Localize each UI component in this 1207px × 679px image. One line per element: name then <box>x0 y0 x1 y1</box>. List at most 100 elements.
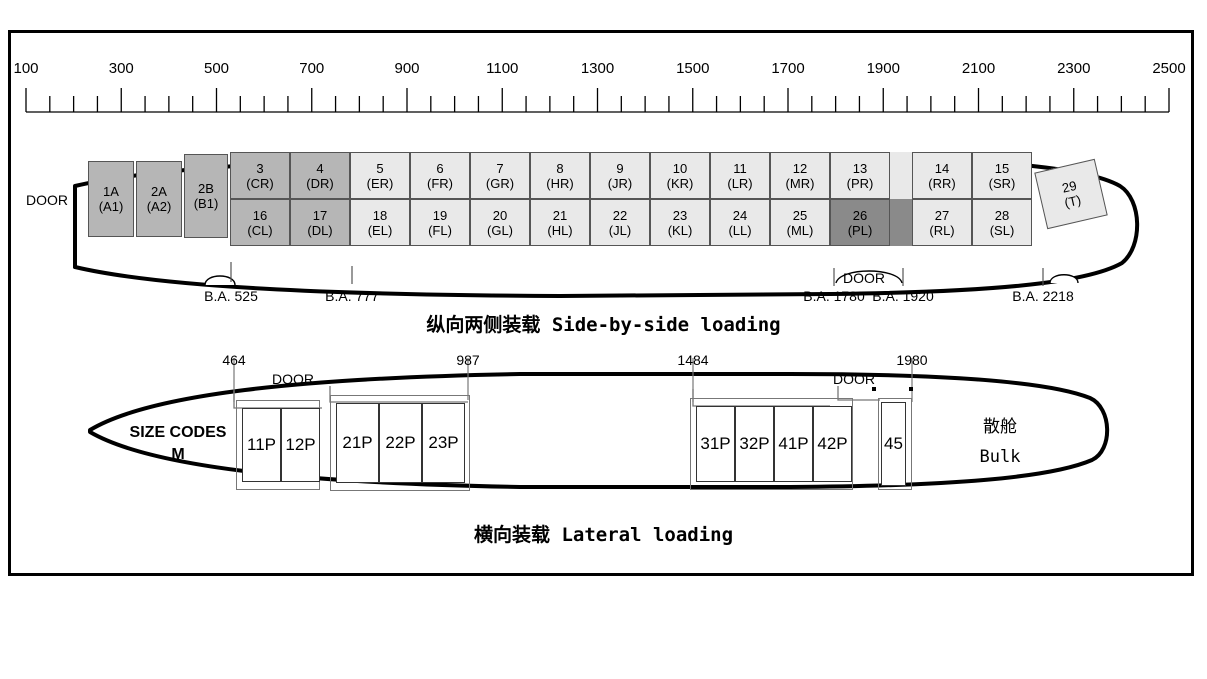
position-number: 9 <box>616 160 624 176</box>
position-number: 16 <box>252 207 268 223</box>
position-number: 20 <box>492 207 508 223</box>
ba-station-label: B.A. 1920 <box>872 288 934 304</box>
cargo-position-15[interactable]: 15 (SR) <box>972 152 1032 199</box>
pallet-position-21P[interactable]: 21P <box>336 403 379 483</box>
cargo-position-2A[interactable]: 2A (A2) <box>136 161 182 237</box>
position-code: (DL) <box>307 222 333 238</box>
upper-title-cn: 纵向两侧装载 <box>426 314 541 336</box>
cargo-position-14[interactable]: 14 (RR) <box>912 152 972 199</box>
cargo-position-7[interactable]: 7 (GR) <box>470 152 530 199</box>
position-number: 8 <box>556 160 564 176</box>
position-number: 14 <box>934 160 950 176</box>
size-codes-value: M <box>171 446 185 463</box>
cargo-position-25[interactable]: 25 (ML) <box>770 199 830 246</box>
lower-rear-door-label: DOOR <box>833 371 875 387</box>
pallet-position-41P[interactable]: 41P <box>774 406 813 482</box>
cargo-position-4[interactable]: 4 (DR) <box>290 152 350 199</box>
cargo-position-1A[interactable]: 1A (A1) <box>88 161 134 237</box>
cargo-position-24[interactable]: 24 (LL) <box>710 199 770 246</box>
position-number: 19 <box>432 207 448 223</box>
position-number: 28 <box>994 207 1010 223</box>
position-code: (CL) <box>247 222 273 238</box>
station-dimension-label: 464 <box>222 352 246 368</box>
ruler-tick-label: 300 <box>108 60 134 77</box>
ruler-tick-label: 1700 <box>771 60 805 77</box>
cargo-position-28[interactable]: 28 (SL) <box>972 199 1032 246</box>
position-code: (GR) <box>485 175 515 191</box>
diagram-page: 100 300 500 700 900 1100 1300 1500 1700 1900 2100 2… <box>0 0 1207 679</box>
ruler-tick-label: 1500 <box>676 60 710 77</box>
position-code: (KR) <box>666 175 694 191</box>
station-dimension-label: 1980 <box>896 352 928 368</box>
position-code: (PL) <box>847 222 873 238</box>
position-code: (SR) <box>988 175 1016 191</box>
ruler-tick-label: 100 <box>13 60 39 77</box>
cargo-position-12[interactable]: 12 (MR) <box>770 152 830 199</box>
position-number: 2B <box>198 181 214 196</box>
cargo-position-21[interactable]: 21 (HL) <box>530 199 590 246</box>
position-code: (GL) <box>487 222 513 238</box>
cargo-position-20[interactable]: 20 (GL) <box>470 199 530 246</box>
position-number: 12 <box>792 160 808 176</box>
cargo-position-6[interactable]: 6 (FR) <box>410 152 470 199</box>
position-number: 21 <box>552 207 568 223</box>
pallet-position-22P[interactable]: 22P <box>379 403 422 483</box>
ba-station-label: B.A. 2218 <box>1012 288 1074 304</box>
pallet-position-32P[interactable]: 32P <box>735 406 774 482</box>
cargo-position-11[interactable]: 11 (LR) <box>710 152 770 199</box>
position-number: 25 <box>792 207 808 223</box>
cargo-position-26[interactable]: 26 (PL) <box>830 199 890 246</box>
position-number: 10 <box>672 160 688 176</box>
pallet-position-12P[interactable]: 12P <box>281 408 320 482</box>
pallet-position-31P[interactable]: 31P <box>696 406 735 482</box>
cargo-position-23[interactable]: 23 (KL) <box>650 199 710 246</box>
ba-station-label: B.A. 1780 <box>803 288 865 304</box>
pallet-position-42P[interactable]: 42P <box>813 406 852 482</box>
position-code: (CR) <box>246 175 274 191</box>
ruler-ticks <box>25 88 1170 113</box>
ruler-tick-label: 700 <box>299 60 325 77</box>
cargo-position-3[interactable]: 3 (CR) <box>230 152 290 199</box>
position-code: (T) <box>1062 192 1083 211</box>
cargo-position-2B[interactable]: 2B (B1) <box>184 154 228 238</box>
position-number: 26 <box>852 207 868 223</box>
bulk-label-cn: 散舱 <box>983 417 1017 437</box>
position-code: (EL) <box>367 222 393 238</box>
position-number: 15 <box>994 160 1010 176</box>
upper-rear-door-label: DOOR <box>843 270 885 286</box>
position-code: (LL) <box>728 222 752 238</box>
cargo-position-9[interactable]: 9 (JR) <box>590 152 650 199</box>
ba-station-label: B.A. 777 <box>325 288 379 304</box>
cargo-position-13[interactable]: 13 (PR) <box>830 152 890 199</box>
cargo-position-17[interactable]: 17 (DL) <box>290 199 350 246</box>
pallet-position-11P[interactable]: 11P <box>242 408 281 482</box>
cargo-position-5[interactable]: 5 (ER) <box>350 152 410 199</box>
position-number: 23 <box>672 207 688 223</box>
cargo-position-8[interactable]: 8 (HR) <box>530 152 590 199</box>
pallet-position-23P[interactable]: 23P <box>422 403 465 483</box>
cargo-position-16[interactable]: 16 (CL) <box>230 199 290 246</box>
position-code: (HR) <box>546 175 574 191</box>
ruler-tick-label: 2300 <box>1057 60 1091 77</box>
position-code: (SL) <box>989 222 1015 238</box>
position-code: (A1) <box>98 199 124 214</box>
position-number: 13 <box>852 160 868 176</box>
cargo-position-22[interactable]: 22 (JL) <box>590 199 650 246</box>
position-code: (JL) <box>608 222 632 238</box>
station-dimension-label: 987 <box>456 352 480 368</box>
cargo-position-18[interactable]: 18 (EL) <box>350 199 410 246</box>
side-by-side-loading-diagram: DOOR DOOR 1A (A1) 2A (A2) 2B (B1) 3 (CR) 16 (CL) 4… <box>0 130 1207 310</box>
position-number: 3 <box>256 160 264 176</box>
position-code: (A2) <box>146 199 172 214</box>
cargo-position-27[interactable]: 27 (RL) <box>912 199 972 246</box>
position-number: 6 <box>436 160 444 176</box>
ruler-tick-label: 2500 <box>1152 60 1186 77</box>
lower-title-cn: 横向装载 <box>473 524 550 546</box>
position-code: (ML) <box>786 222 814 238</box>
pallet-position-45[interactable]: 45 <box>881 402 906 486</box>
cargo-position-19[interactable]: 19 (FL) <box>410 199 470 246</box>
lower-title: 横向装载 Lateral loading <box>0 520 1207 547</box>
position-code: (LR) <box>727 175 753 191</box>
cargo-position-10[interactable]: 10 (KR) <box>650 152 710 199</box>
position-number: 5 <box>376 160 384 176</box>
